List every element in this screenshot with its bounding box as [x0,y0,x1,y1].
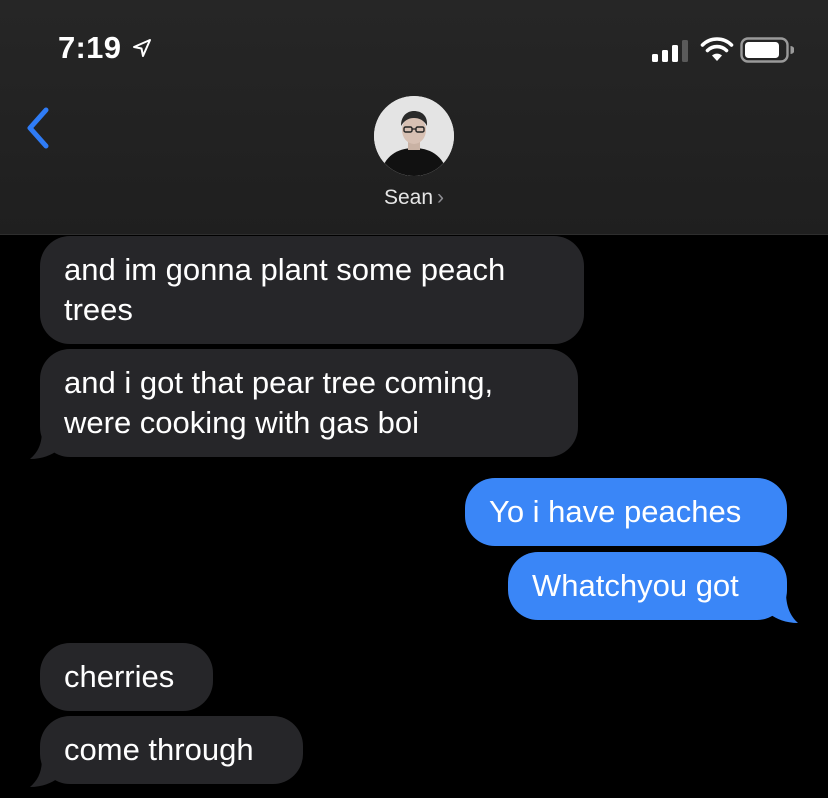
outgoing-bubble-tail [764,592,798,623]
contact-name: Sean [383,186,434,209]
conversation-header: 7:19 Sean › [0,0,828,235]
contact-name-button[interactable]: Sean › [0,186,828,210]
incoming-bubble-tail [30,430,64,459]
outgoing-message[interactable]: Whatchyou got [508,552,787,620]
back-chevron-icon[interactable] [22,104,56,152]
cellular-signal-icon [652,40,688,62]
contact-avatar[interactable] [374,96,454,176]
incoming-message[interactable]: and im gonna plant some peach trees [40,236,584,344]
message-line: and i got that pear tree coming, [64,365,494,400]
message-line: trees [64,292,133,327]
chevron-right-icon: › [437,186,445,209]
incoming-message[interactable]: cherries [40,643,213,711]
battery-icon [740,37,794,63]
message-line: Yo i have peaches [489,494,742,529]
avatar-photo [374,96,454,176]
outgoing-message[interactable]: Yo i have peaches [465,478,787,546]
incoming-bubble-tail [30,758,64,787]
message-line: come through [64,732,254,767]
incoming-message[interactable]: and i got that pear tree coming, were co… [40,349,578,457]
message-line: Whatchyou got [532,568,739,603]
message-line: were cooking with gas boi [64,405,419,440]
location-arrow-icon [133,39,151,57]
message-line: and im gonna plant some peach [64,252,506,287]
wifi-icon [700,37,734,61]
message-line: cherries [64,659,175,694]
incoming-message[interactable]: come through [40,716,303,784]
status-time: 7:19 [58,30,122,65]
